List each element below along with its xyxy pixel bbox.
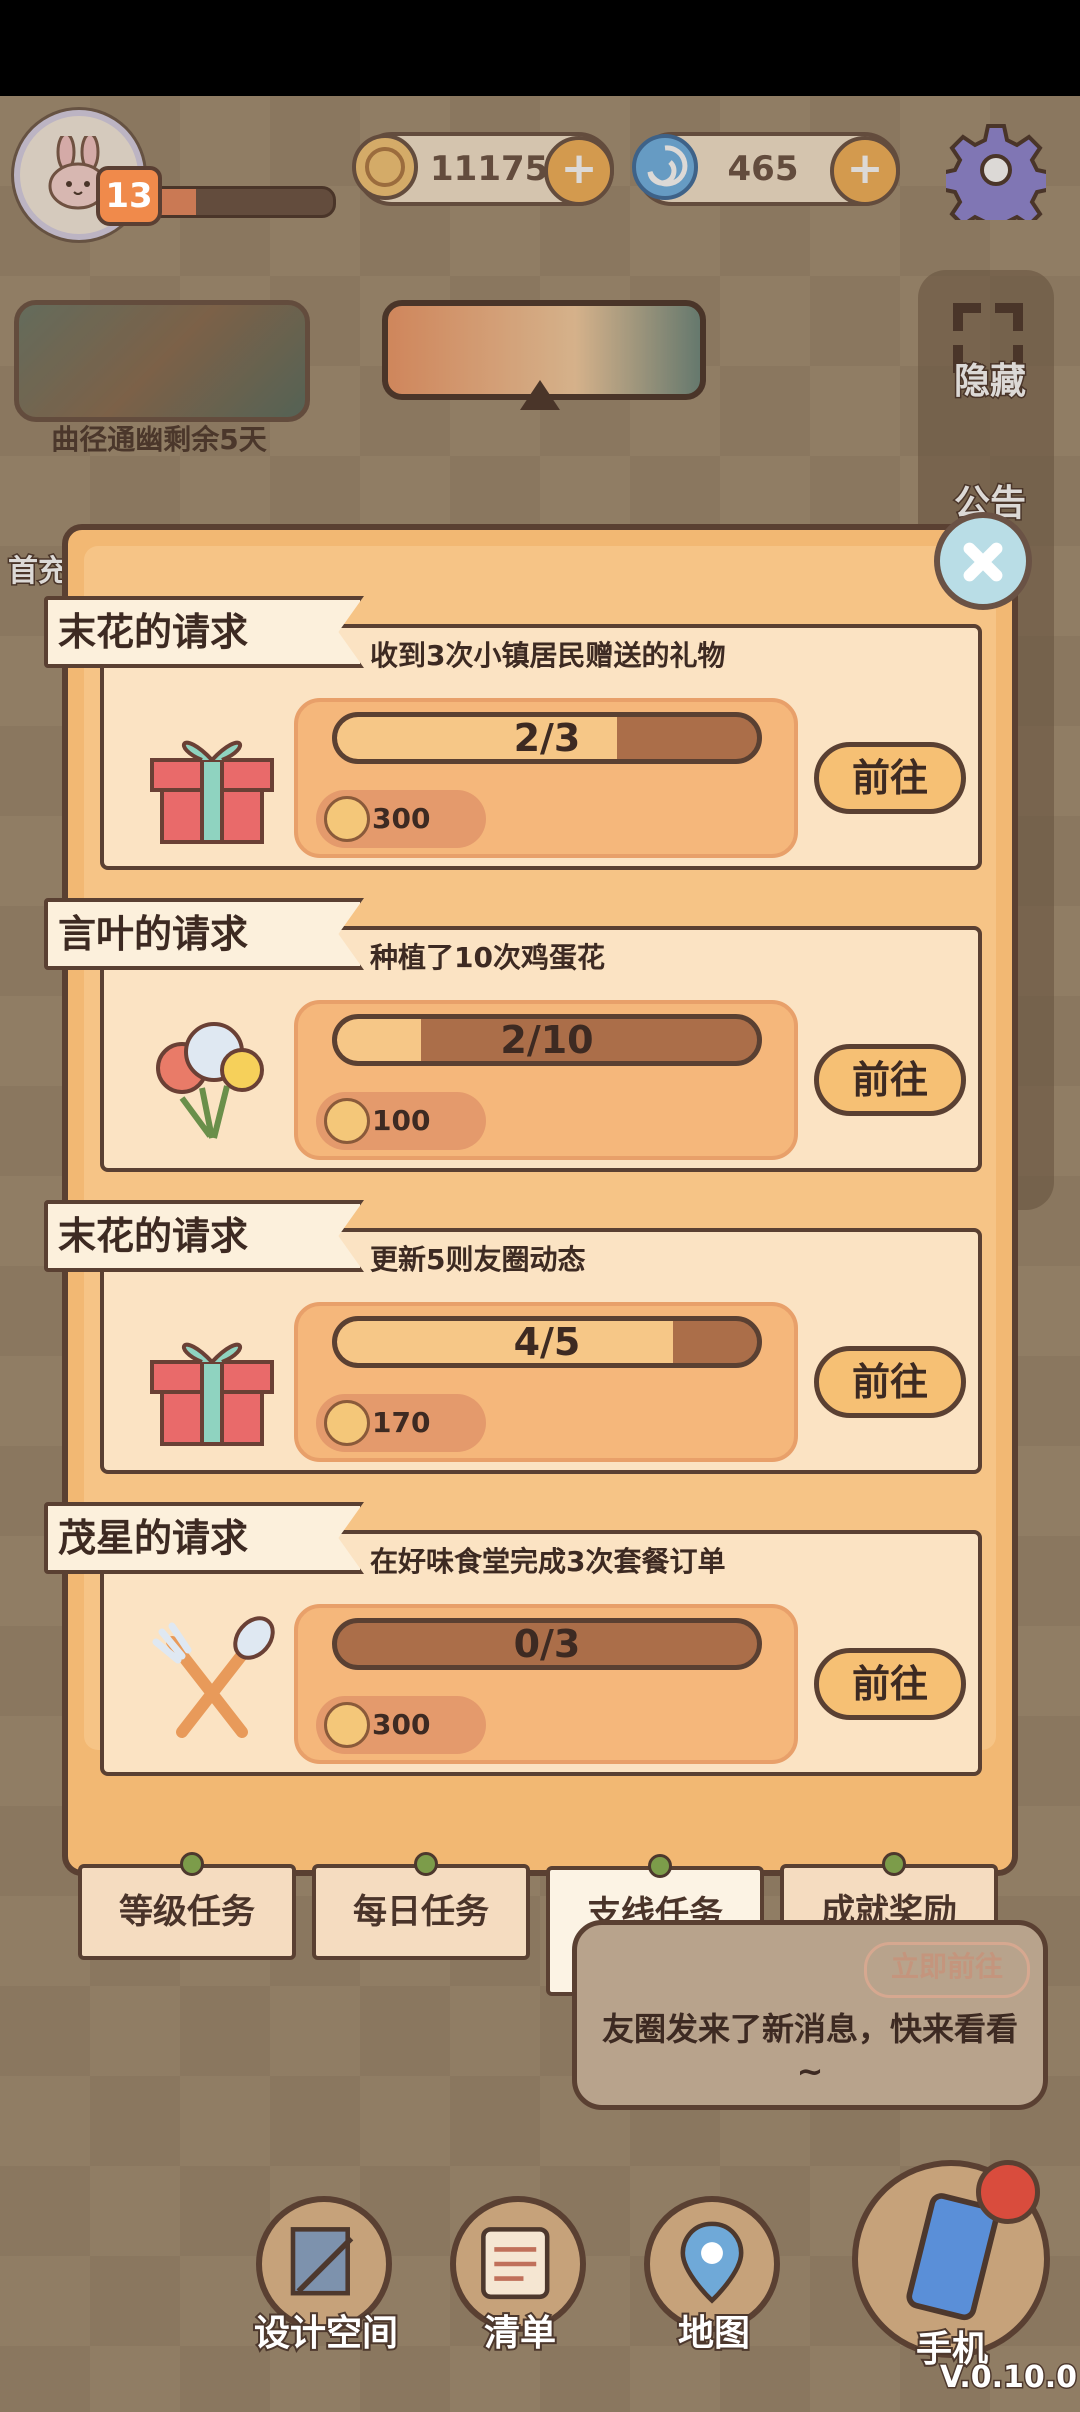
- status-bar: [0, 0, 1080, 96]
- coin-icon: [324, 796, 370, 842]
- reward-pill: 300: [316, 790, 486, 848]
- go-button[interactable]: 前往: [814, 1648, 966, 1720]
- bottom-label: 清单: [482, 2311, 558, 2356]
- quest-giver: 末花的请求: [58, 1214, 249, 1258]
- gift-icon: [150, 1342, 274, 1446]
- quest-giver: 末花的请求: [58, 610, 249, 654]
- go-button[interactable]: 前往: [814, 742, 966, 814]
- toast-message: 友圈发来了新消息，快来看看~: [601, 2010, 1018, 2090]
- coin-icon: [324, 1098, 370, 1144]
- quest-description: 更新5则友圈动态: [370, 1243, 586, 1276]
- reward-pill: 300: [316, 1696, 486, 1754]
- tab-level-tasks[interactable]: 等级任务: [78, 1852, 296, 1960]
- version-label: V.0.10.0: [938, 2359, 1078, 2397]
- bottom-label: 设计空间: [252, 2311, 400, 2356]
- notification-dot: [976, 2160, 1040, 2224]
- reward-pill: 170: [316, 1394, 486, 1452]
- tab-label: 等级任务: [119, 1892, 255, 1932]
- go-button[interactable]: 前往: [814, 1044, 966, 1116]
- go-now-button[interactable]: 立即前往: [864, 1942, 1030, 1998]
- reward-pill: 100: [316, 1092, 486, 1150]
- coin-icon: [324, 1702, 370, 1748]
- pin-icon: [648, 1854, 672, 1878]
- quest-giver: 言叶的请求: [58, 912, 249, 956]
- pin-icon: [414, 1852, 438, 1876]
- close-button[interactable]: [934, 512, 1032, 610]
- reward-value: 170: [372, 1406, 431, 1439]
- flower-bouquet-icon: [156, 1022, 264, 1139]
- progress-text: 4/5: [513, 1320, 581, 1364]
- quest-giver: 茂星的请求: [58, 1516, 249, 1560]
- pin-icon: [180, 1852, 204, 1876]
- progress-text: 2/10: [500, 1018, 594, 1062]
- reward-value: 300: [372, 1708, 431, 1741]
- coin-icon: [324, 1400, 370, 1446]
- fork-spoon-icon: [152, 1616, 275, 1738]
- bottom-label: 地图: [676, 2311, 752, 2356]
- progress-text: 0/3: [513, 1622, 581, 1666]
- go-button[interactable]: 前往: [814, 1346, 966, 1418]
- progress-text: 2/3: [513, 716, 581, 760]
- tab-daily-tasks[interactable]: 每日任务: [312, 1852, 530, 1960]
- tab-label: 每日任务: [353, 1892, 489, 1932]
- reward-value: 100: [372, 1104, 431, 1137]
- quest-description: 收到3次小镇居民赠送的礼物: [370, 639, 726, 672]
- quest-description: 种植了10次鸡蛋花: [370, 941, 605, 974]
- gift-icon: [150, 740, 274, 844]
- level-badge: 13: [96, 166, 162, 226]
- pin-icon: [882, 1852, 906, 1876]
- reward-value: 300: [372, 802, 431, 835]
- quest-description: 在好味食堂完成3次套餐订单: [370, 1545, 726, 1578]
